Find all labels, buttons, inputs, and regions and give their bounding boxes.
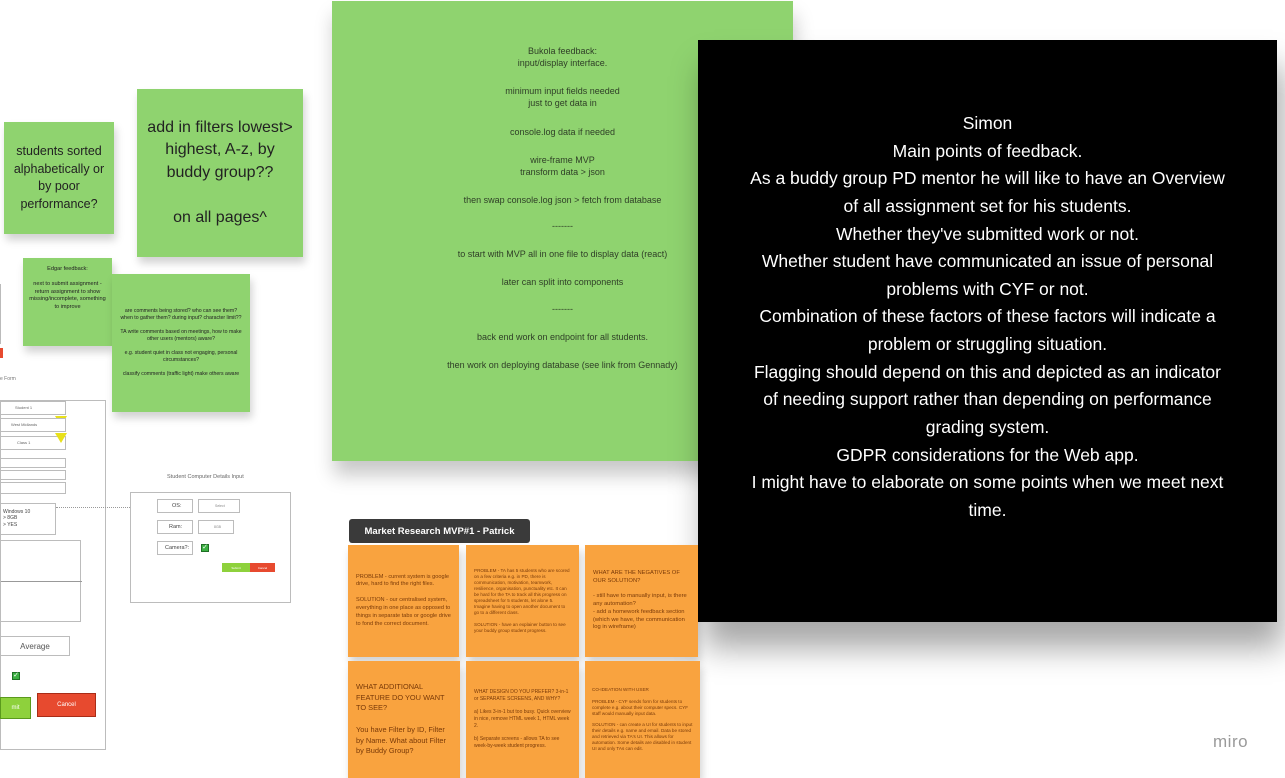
bukola-divider: ------- [552, 303, 573, 314]
simon-line: Simon [962, 113, 1013, 133]
market-card[interactable]: PROBLEM - TA has 5 students who are scor… [466, 545, 579, 657]
simon-line: GDPR considerations for the Web app. [836, 444, 1139, 465]
os-label: OS: [157, 499, 193, 513]
simon-line: Whether student have communicated an iss… [761, 251, 1214, 299]
simon-line: As a buddy group PD mentor he will like … [750, 168, 1225, 216]
average-field[interactable]: Average [0, 636, 70, 656]
os-select[interactable]: Select [198, 499, 240, 513]
dropdown-arrow-icon[interactable] [55, 433, 67, 443]
computer-cancel-button[interactable]: Cancel [250, 563, 275, 572]
camera-label: Camera?: [157, 541, 193, 555]
ram-select[interactable]: 8GB [198, 520, 234, 534]
simon-line: Main points of feedback. [892, 140, 1083, 161]
computer-submit-button[interactable]: Submit [222, 563, 250, 572]
os-details-box: Windows 10 > 8GB > YES [0, 503, 56, 535]
simon-line: Combination of these factors of these fa… [759, 306, 1216, 355]
market-research-header[interactable]: Market Research MVP#1 - Patrick [349, 519, 530, 543]
note-edgar-feedback[interactable]: Edgar feedback: next to submit assignmen… [23, 258, 112, 346]
note-simon-feedback[interactable]: Simon Main points of feedback. As a budd… [698, 40, 1277, 622]
market-card[interactable]: PROBLEM - current system is google drive… [348, 545, 459, 657]
bukola-line: later can split into components [501, 277, 624, 288]
bukola-line: back end work on endpoint for all studen… [476, 331, 649, 342]
input-row[interactable] [0, 482, 66, 494]
bukola-line: Bukola feedback: input/display interface… [517, 46, 608, 69]
camera-checkbox-icon[interactable]: ✓ [201, 544, 209, 552]
edge-line [0, 284, 1, 344]
simon-line: Whether they've submitted work or not. [836, 223, 1139, 244]
student-select[interactable]: Student 1 [0, 401, 66, 415]
input-row[interactable] [0, 470, 66, 480]
input-row[interactable] [0, 458, 66, 468]
market-card[interactable]: WHAT ADDITIONAL FEATURE DO YOU WANT TO S… [348, 661, 460, 778]
miro-logo: miro [1213, 732, 1249, 751]
bukola-line: minimum input fields needed just to get … [505, 86, 620, 109]
note-comments[interactable]: are comments being stored? who can see t… [112, 274, 250, 412]
simon-line: Flagging should depend on this and depic… [753, 361, 1221, 438]
wireframe-left: e Form Student 1 West Midlands Class 1 W… [0, 370, 144, 760]
checkbox-icon[interactable]: ✓ [12, 672, 20, 680]
market-card[interactable]: CO-IDEATION WITH USER PROBLEM - CYF send… [585, 661, 700, 778]
market-card[interactable]: WHAT ARE THE NEGATIVES OF OUR SOLUTION? … [585, 545, 698, 657]
cancel-button[interactable]: Cancel [37, 693, 96, 717]
region-select[interactable]: West Midlands [0, 418, 66, 432]
bukola-line: console.log data if needed [509, 126, 616, 137]
red-marker [0, 348, 3, 358]
market-card[interactable]: WHAT DESIGN DO YOU PREFER? 3-in-1 or SEP… [466, 661, 579, 778]
bukola-divider: ------- [552, 221, 573, 232]
bukola-line: to start with MVP all in one file to dis… [457, 249, 668, 260]
simon-line: I might have to elaborate on some points… [751, 472, 1224, 520]
bukola-line: then swap console.log json > fetch from … [463, 194, 662, 205]
computer-details-wireframe: Student Computer Details Input OS: Selec… [130, 472, 292, 604]
note-students-sorted[interactable]: students sorted alphabetically or by poo… [4, 122, 114, 234]
note-add-filters[interactable]: add in filters lowest> highest, A-z, by … [137, 89, 303, 257]
form-label: e Form [0, 376, 16, 382]
bukola-line: wire-frame MVP transform data > json [520, 154, 605, 177]
computer-details-title: Student Computer Details Input [167, 474, 244, 480]
submit-button[interactable]: mit [0, 697, 31, 719]
comments-textarea[interactable] [0, 540, 82, 622]
ram-label: Ram: [157, 520, 193, 534]
bukola-line: then work on deploying database (see lin… [447, 359, 678, 370]
